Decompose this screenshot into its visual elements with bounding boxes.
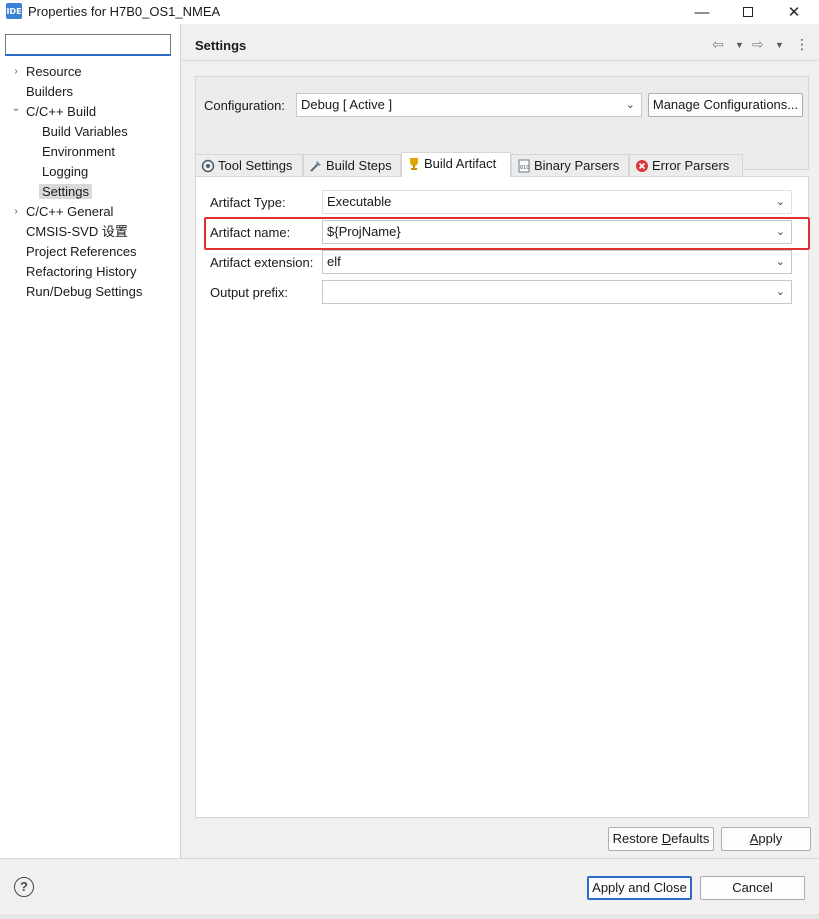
- settings-pane: Settings ⇦ ▼ ⇨ ▼ ⋮ Configuration: Debug …: [182, 24, 819, 858]
- tree-item-label: CMSIS-SVD 设置: [26, 224, 128, 239]
- tree-item-label: Build Variables: [42, 124, 128, 139]
- tree-item-build-variables[interactable]: Build Variables: [42, 123, 128, 141]
- tab-binary-parsers[interactable]: 010 Binary Parsers: [511, 154, 629, 176]
- tab-label: Binary Parsers: [534, 158, 620, 173]
- tree-item-label: C/C++ General: [26, 204, 114, 219]
- artifact-type-label: Artifact Type:: [210, 195, 286, 210]
- artifact-extension-value: elf: [327, 254, 341, 269]
- chevron-down-icon: ⌄: [625, 99, 635, 111]
- artifact-extension-combo[interactable]: elf ⌄: [322, 250, 792, 274]
- title-bar: IDE Properties for H7B0_OS1_NMEA — ✕: [0, 0, 819, 24]
- trophy-icon: [410, 158, 418, 170]
- restore-defaults-button[interactable]: Restore Defaults: [608, 827, 714, 851]
- help-icon[interactable]: ?: [14, 877, 34, 897]
- chevron-down-icon: ⌄: [775, 226, 785, 238]
- tree-item-logging[interactable]: Logging: [42, 163, 88, 181]
- build-steps-icon: [310, 161, 321, 172]
- view-menu-icon[interactable]: ⋮: [795, 36, 809, 53]
- tree-item-label: Resource: [26, 64, 82, 79]
- taskbar-strip: [0, 914, 819, 919]
- tree-item-settings[interactable]: Settings: [39, 183, 92, 201]
- apply-button[interactable]: Apply: [721, 827, 811, 851]
- tab-build-artifact[interactable]: Build Artifact: [401, 152, 511, 177]
- restore-defaults-mnemonic: D: [661, 831, 672, 846]
- tree-item-run-debug-settings[interactable]: Run/Debug Settings: [26, 283, 142, 301]
- expand-arrow-icon[interactable]: ›: [10, 63, 22, 81]
- tab-label: Build Steps: [326, 158, 392, 173]
- footer-divider: [0, 858, 819, 859]
- tree-item-builders[interactable]: Builders: [26, 83, 73, 101]
- configuration-value: Debug [ Active ]: [301, 97, 393, 112]
- tab-error-parsers[interactable]: Error Parsers: [629, 154, 743, 176]
- expand-arrow-icon[interactable]: ›: [10, 203, 22, 221]
- artifact-name-combo[interactable]: ${ProjName} ⌄: [322, 220, 792, 244]
- window-title: Properties for H7B0_OS1_NMEA: [28, 4, 221, 19]
- output-prefix-combo[interactable]: ⌄: [322, 280, 792, 304]
- tab-label: Tool Settings: [218, 158, 293, 173]
- error-icon: [636, 160, 648, 172]
- tree-item-label: Refactoring History: [26, 264, 137, 279]
- header-divider: [182, 60, 819, 61]
- back-menu-icon[interactable]: ▼: [735, 40, 744, 50]
- maximize-button[interactable]: [725, 0, 771, 24]
- artifact-name-label: Artifact name:: [210, 225, 291, 240]
- tree-item-environment[interactable]: Environment: [42, 143, 115, 161]
- restore-defaults-label-post: efaults: [671, 831, 710, 846]
- forward-menu-icon[interactable]: ▼: [775, 40, 784, 50]
- tree-item-label: Builders: [26, 84, 73, 99]
- artifact-name-value: ${ProjName}: [327, 224, 401, 239]
- artifact-extension-label: Artifact extension:: [210, 255, 314, 270]
- page-title: Settings: [195, 38, 247, 53]
- tree-item-project-references[interactable]: Project References: [26, 243, 137, 261]
- tree-item-label: Project References: [26, 244, 137, 259]
- minimize-button[interactable]: —: [679, 0, 725, 24]
- manage-configurations-button[interactable]: Manage Configurations...: [648, 93, 803, 117]
- tree-item-label: Environment: [42, 144, 115, 159]
- cancel-button[interactable]: Cancel: [700, 876, 805, 900]
- tab-label: Error Parsers: [652, 158, 730, 173]
- output-prefix-label: Output prefix:: [210, 285, 289, 300]
- settings-header: Settings ⇦ ▼ ⇨ ▼ ⋮: [182, 24, 819, 60]
- tab-build-steps[interactable]: Build Steps: [303, 154, 401, 176]
- chevron-down-icon: ⌄: [775, 196, 785, 208]
- chevron-down-icon: ⌄: [775, 286, 785, 298]
- close-button[interactable]: ✕: [771, 0, 817, 24]
- tab-label: Build Artifact: [424, 156, 497, 171]
- tree-item-label: C/C++ Build: [26, 104, 97, 119]
- filter-input[interactable]: [5, 34, 171, 56]
- tree-item-cmsis-svd[interactable]: CMSIS-SVD 设置: [26, 223, 128, 241]
- minimize-icon: —: [694, 3, 710, 21]
- artifact-type-select[interactable]: Executable ⌄: [322, 190, 792, 214]
- configuration-label: Configuration:: [204, 98, 285, 113]
- forward-arrow-icon[interactable]: ⇨: [752, 36, 764, 53]
- artifact-type-value: Executable: [327, 194, 392, 209]
- chevron-down-icon: ⌄: [775, 256, 785, 268]
- tree-item-label: Logging: [42, 164, 89, 179]
- tree-item-label: Settings: [39, 184, 92, 199]
- back-arrow-icon[interactable]: ⇦: [712, 36, 724, 53]
- tool-settings-icon: [201, 159, 215, 173]
- ide-app-icon: IDE: [6, 3, 22, 19]
- configuration-select[interactable]: Debug [ Active ] ⌄: [296, 93, 642, 117]
- svg-text:010: 010: [520, 165, 530, 171]
- build-artifact-panel: Artifact Type: Executable ⌄ Artifact nam…: [195, 176, 810, 818]
- tab-tool-settings[interactable]: Tool Settings: [195, 154, 303, 176]
- maximize-icon: [743, 7, 753, 17]
- restore-defaults-label-pre: Restore: [612, 831, 662, 846]
- tree-item-label: Run/Debug Settings: [26, 284, 143, 299]
- navigation-pane: › Resource Builders ⌄ C/C++ Build Build …: [0, 24, 181, 858]
- tab-bar: Tool Settings Build Steps Build Artifact…: [195, 152, 809, 177]
- tree-item-refactoring-history[interactable]: Refactoring History: [26, 263, 137, 281]
- close-icon: ✕: [787, 4, 801, 21]
- apply-label-post: pply: [758, 831, 783, 846]
- collapse-arrow-icon[interactable]: ⌄: [10, 100, 22, 118]
- apply-and-close-button[interactable]: Apply and Close: [587, 876, 692, 900]
- binary-icon: 010: [518, 159, 530, 173]
